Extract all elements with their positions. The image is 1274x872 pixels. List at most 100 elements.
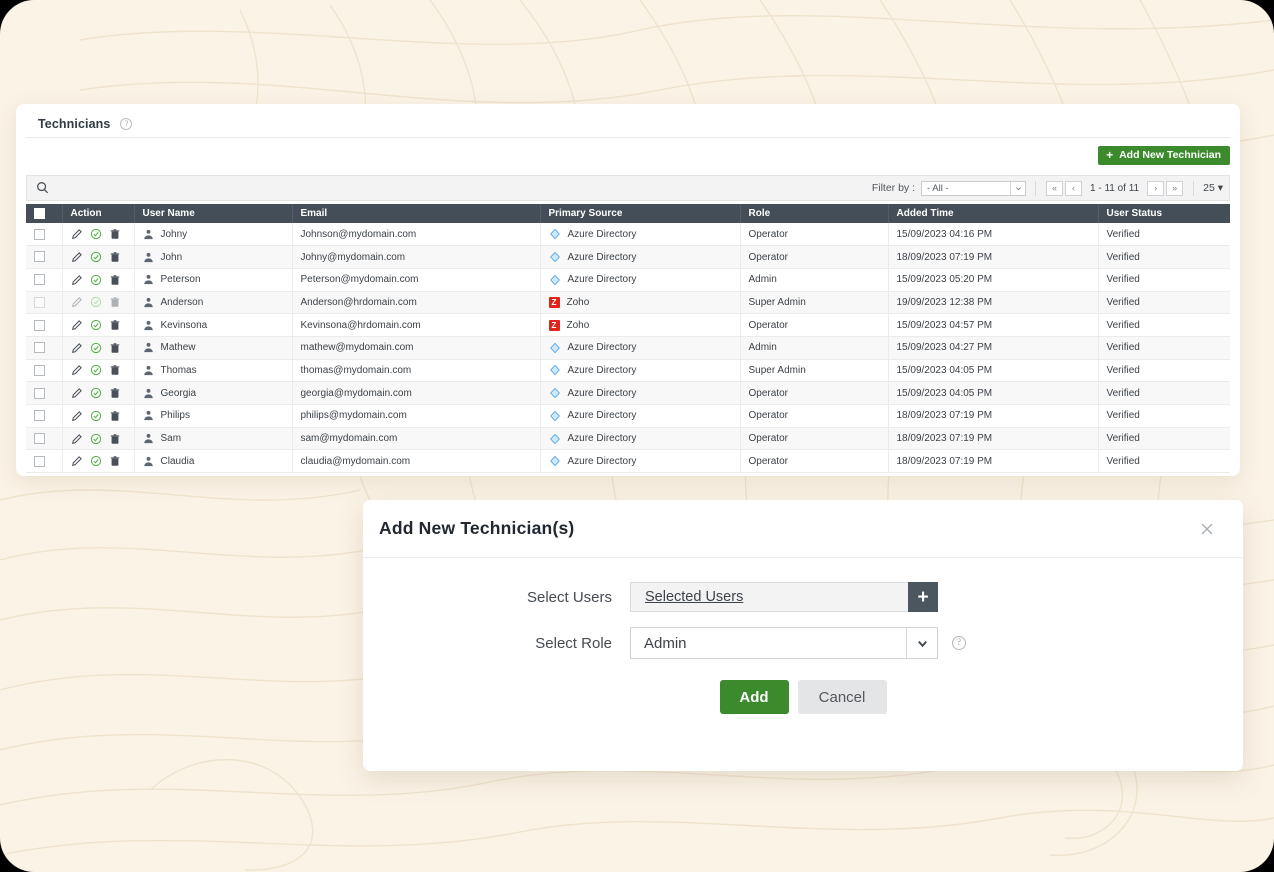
table-row[interactable]: Thomas thomas@mydomain.com Azure Directory…: [26, 359, 1230, 383]
help-circle-icon[interactable]: ?: [952, 636, 966, 650]
add-button[interactable]: Add: [719, 680, 789, 714]
edit-pencil-icon[interactable]: [71, 455, 83, 467]
select-users-field: Selected Users +: [630, 582, 938, 612]
delete-trash-icon[interactable]: [109, 228, 121, 240]
select-role-dropdown[interactable]: Admin: [630, 627, 938, 659]
approve-check-icon[interactable]: [90, 364, 102, 376]
pagination-last-button[interactable]: »: [1166, 180, 1184, 196]
add-users-plus-icon[interactable]: +: [908, 582, 938, 612]
column-added-time[interactable]: Added Time: [888, 204, 1099, 223]
table-row[interactable]: John Johny@mydomain.com Azure Directory Ope…: [26, 245, 1230, 269]
column-primary-source[interactable]: Primary Source: [540, 204, 741, 223]
row-checkbox[interactable]: [34, 251, 45, 263]
row-select-cell: [26, 381, 63, 405]
page-size-selector[interactable]: 25 ▾: [1203, 182, 1223, 194]
user-icon: [143, 343, 153, 353]
table-row[interactable]: Sam sam@mydomain.com Azure Directory Operat…: [26, 427, 1230, 451]
row-checkbox[interactable]: [34, 319, 45, 331]
edit-pencil-icon[interactable]: [71, 319, 83, 331]
row-checkbox[interactable]: [34, 387, 45, 399]
row-checkbox[interactable]: [34, 364, 45, 376]
delete-trash-icon[interactable]: [109, 274, 121, 286]
delete-trash-icon[interactable]: [109, 455, 121, 467]
approve-check-icon[interactable]: [90, 251, 102, 263]
row-checkbox[interactable]: [34, 432, 45, 444]
cell-user-status: Verified: [1098, 381, 1230, 405]
cell-user-name: Sam: [134, 427, 293, 451]
help-circle-icon[interactable]: ?: [120, 117, 133, 130]
column-email[interactable]: Email: [292, 204, 541, 223]
cell-email: Kevinsona@hrdomain.com: [292, 313, 541, 337]
table-row[interactable]: Claudia claudia@mydomain.com Azure Directo…: [26, 449, 1230, 474]
user-icon: [143, 456, 153, 466]
row-actions-cell: [62, 223, 135, 247]
row-select-cell: [26, 268, 63, 292]
selected-users-input[interactable]: Selected Users: [630, 582, 908, 612]
azure-icon: [549, 365, 560, 376]
edit-pencil-icon[interactable]: [71, 364, 83, 376]
edit-pencil-icon[interactable]: [71, 387, 83, 399]
column-user-status[interactable]: User Status: [1098, 204, 1230, 223]
approve-check-icon[interactable]: [90, 228, 102, 240]
column-user-name[interactable]: User Name: [134, 204, 293, 223]
delete-trash-icon[interactable]: [109, 342, 121, 354]
cell-added-time: 15/09/2023 04:05 PM: [888, 359, 1099, 383]
approve-check-icon[interactable]: [90, 296, 102, 308]
table-row[interactable]: Peterson Peterson@mydomain.com Azure Direc…: [26, 268, 1230, 292]
approve-check-icon[interactable]: [90, 387, 102, 399]
approve-check-icon[interactable]: [90, 342, 102, 354]
cell-email: Peterson@mydomain.com: [292, 268, 541, 292]
edit-pencil-icon[interactable]: [71, 296, 83, 308]
delete-trash-icon[interactable]: [109, 319, 121, 331]
row-checkbox[interactable]: [34, 455, 45, 467]
pagination-first-button[interactable]: «: [1046, 180, 1064, 196]
user-name-text: Anderson: [160, 296, 204, 308]
column-action[interactable]: Action: [62, 204, 135, 223]
pagination-next-button[interactable]: ›: [1147, 180, 1165, 196]
table-row[interactable]: Mathew mathew@mydomain.com Azure Directory…: [26, 336, 1230, 360]
table-row[interactable]: Johny Johnson@mydomain.com Azure Directory…: [26, 223, 1230, 247]
edit-pencil-icon[interactable]: [71, 433, 83, 445]
edit-pencil-icon[interactable]: [71, 228, 83, 240]
approve-check-icon[interactable]: [90, 455, 102, 467]
row-checkbox[interactable]: [34, 296, 45, 308]
row-checkbox[interactable]: [34, 342, 45, 354]
approve-check-icon[interactable]: [90, 410, 102, 422]
edit-pencil-icon[interactable]: [71, 410, 83, 422]
add-new-technician-button[interactable]: + Add New Technician: [1098, 145, 1230, 165]
row-checkbox[interactable]: [34, 410, 45, 422]
table-row[interactable]: Anderson Anderson@hrdomain.com Z Zoho Super …: [26, 291, 1230, 315]
filter-caret-box: [1010, 181, 1025, 195]
delete-trash-icon[interactable]: [109, 364, 121, 376]
row-checkbox[interactable]: [34, 228, 45, 240]
panel-header: Technicians ?: [26, 110, 1230, 138]
table-row[interactable]: Kevinsona Kevinsona@hrdomain.com Z Zoho Oper…: [26, 313, 1230, 337]
edit-pencil-icon[interactable]: [71, 274, 83, 286]
table-row[interactable]: Georgia georgia@mydomain.com Azure Directo…: [26, 381, 1230, 405]
close-icon[interactable]: [1197, 519, 1217, 539]
cancel-button[interactable]: Cancel: [797, 680, 887, 714]
edit-pencil-icon[interactable]: [71, 251, 83, 263]
search-icon[interactable]: [35, 180, 51, 196]
table-row[interactable]: Philips philips@mydomain.com Azure Directo…: [26, 404, 1230, 428]
select-all-checkbox[interactable]: [34, 207, 45, 219]
approve-check-icon[interactable]: [90, 433, 102, 445]
delete-trash-icon[interactable]: [109, 387, 121, 399]
pagination-prev-button[interactable]: ‹: [1065, 180, 1083, 196]
approve-check-icon[interactable]: [90, 319, 102, 331]
edit-pencil-icon[interactable]: [71, 342, 83, 354]
column-role[interactable]: Role: [740, 204, 889, 223]
delete-trash-icon[interactable]: [109, 251, 121, 263]
user-icon: [143, 320, 153, 330]
delete-trash-icon[interactable]: [109, 433, 121, 445]
cell-email: sam@mydomain.com: [292, 427, 541, 451]
filter-by-select[interactable]: - All -: [921, 180, 1027, 196]
chevron-down-icon[interactable]: [906, 628, 937, 658]
cell-email: claudia@mydomain.com: [292, 449, 541, 474]
row-select-cell: [26, 291, 63, 315]
approve-check-icon[interactable]: [90, 274, 102, 286]
dialog-body: Select Users Selected Users + Select Rol…: [363, 558, 1243, 714]
delete-trash-icon[interactable]: [109, 410, 121, 422]
row-checkbox[interactable]: [34, 274, 45, 286]
delete-trash-icon[interactable]: [109, 296, 121, 308]
